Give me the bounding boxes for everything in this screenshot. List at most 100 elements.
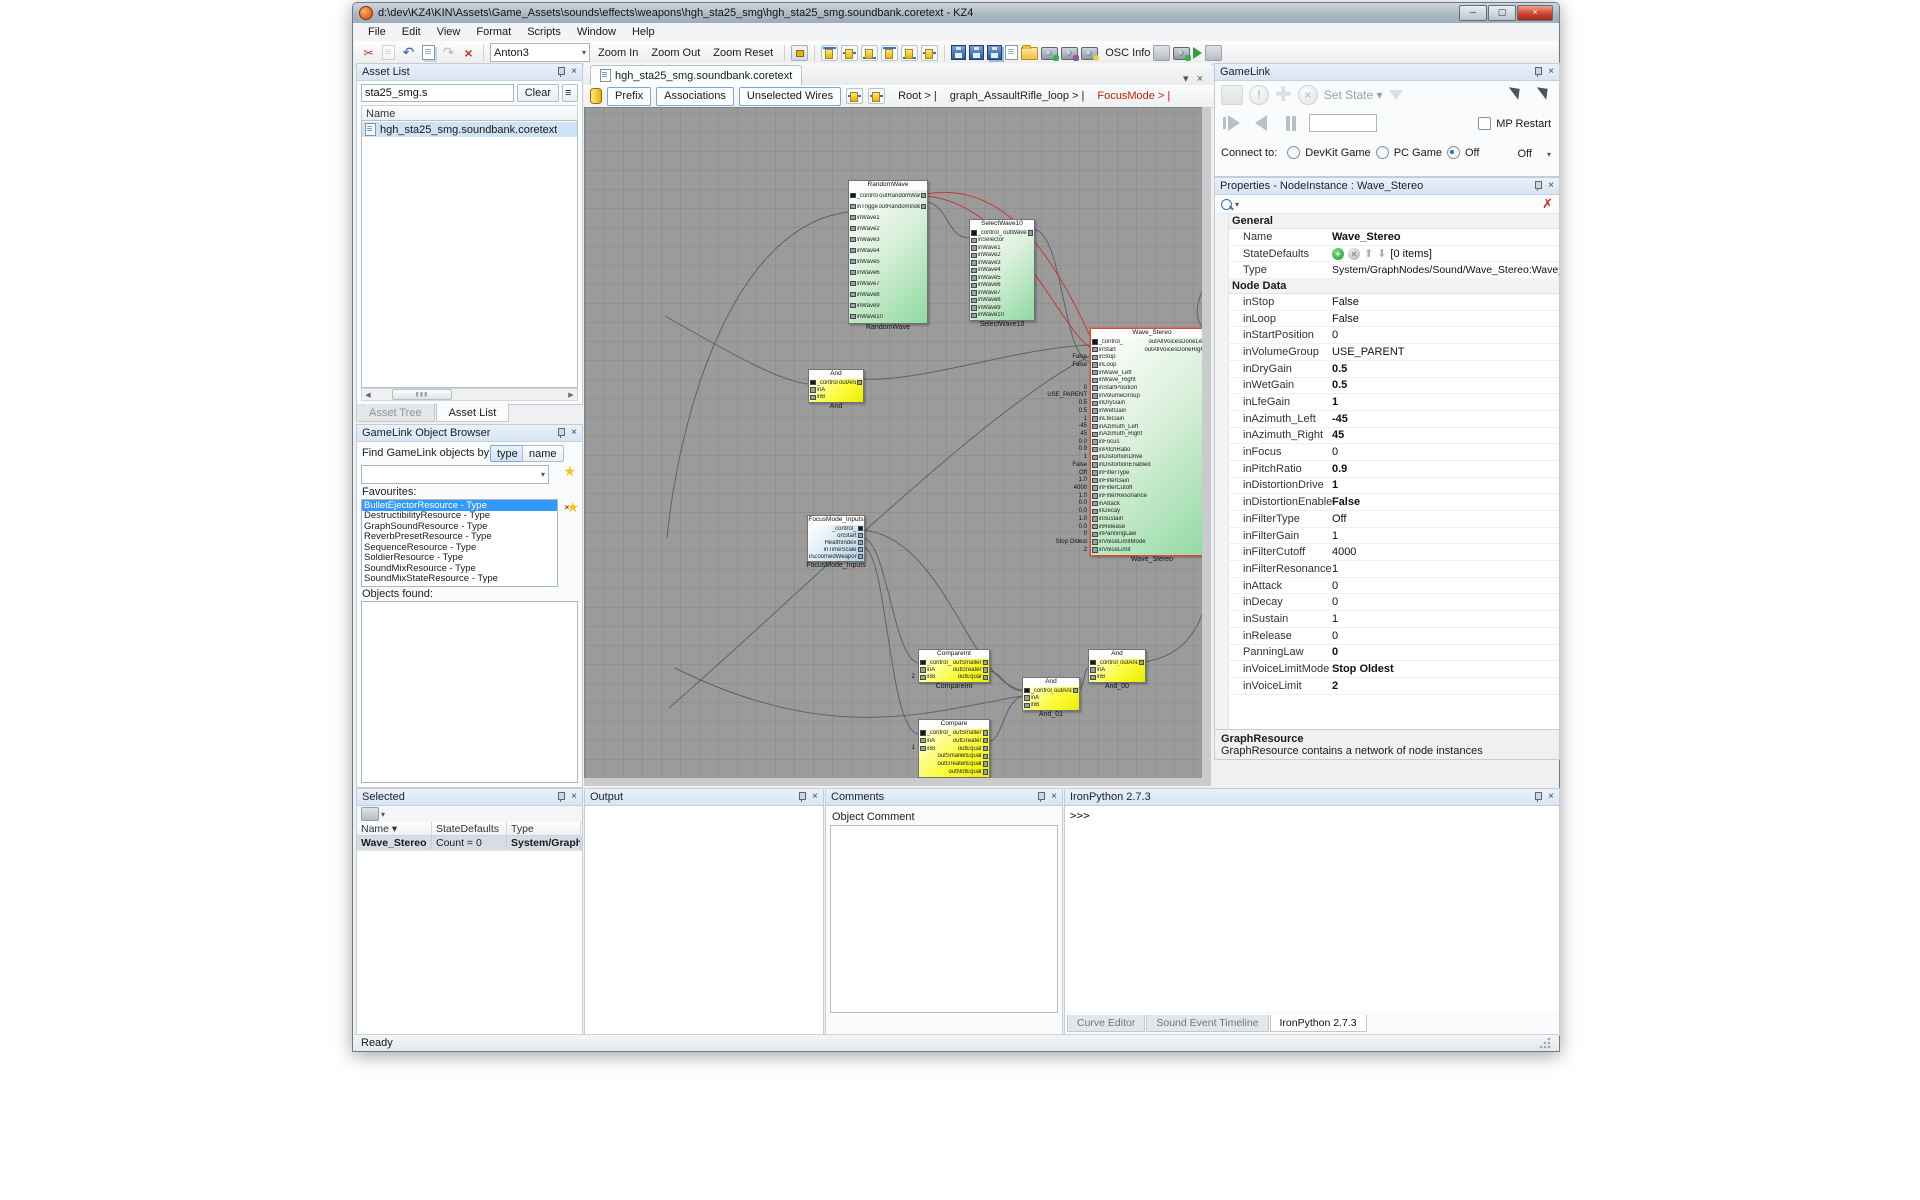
property-row-inVoiceLimitMode[interactable]: inVoiceLimitModeStop Oldest xyxy=(1215,661,1559,678)
output-port[interactable] xyxy=(858,526,864,532)
property-row-inDryGain[interactable]: inDryGain0.5 xyxy=(1215,361,1559,378)
output-port[interactable] xyxy=(983,675,989,681)
close-tab-icon[interactable]: × xyxy=(1197,73,1203,85)
input-port[interactable] xyxy=(1092,501,1098,507)
distribute-vertical-icon[interactable] xyxy=(901,45,918,61)
property-row-inDistortionEnabled[interactable]: inDistortionEnabledFalse xyxy=(1215,494,1559,511)
zoom-in-button[interactable]: Zoom In xyxy=(593,45,643,61)
output-port[interactable] xyxy=(983,660,989,666)
property-row-inPitchRatio[interactable]: inPitchRatio0.9 xyxy=(1215,461,1559,478)
property-row-type[interactable]: Type System/GraphNodes/Sound/Wave_Stereo… xyxy=(1215,262,1559,279)
input-port[interactable] xyxy=(1092,362,1098,368)
input-port[interactable] xyxy=(1092,447,1098,453)
favourite-item[interactable]: SoundMixStateResource - Type xyxy=(362,574,557,585)
selected-column-type[interactable]: Type xyxy=(507,822,581,836)
property-row-inFocus[interactable]: inFocus0 xyxy=(1215,444,1559,461)
input-port[interactable] xyxy=(810,387,816,393)
state-list-icon[interactable] xyxy=(1221,85,1243,105)
breadcrumb-item[interactable]: graph_AssaultRifle_loop > | xyxy=(950,90,1085,102)
output-port[interactable] xyxy=(921,204,927,210)
toggle-unselected-wires[interactable]: Unselected Wires xyxy=(739,87,841,106)
input-port[interactable] xyxy=(971,230,977,236)
input-port[interactable] xyxy=(1092,539,1098,545)
document-tab[interactable]: hgh_sta25_smg.soundbank.coretext xyxy=(590,65,802,85)
search-icon[interactable] xyxy=(1221,199,1232,210)
output-port[interactable] xyxy=(858,540,864,546)
property-row-inFilterResonance[interactable]: inFilterResonance1 xyxy=(1215,561,1559,578)
send-icon[interactable] xyxy=(1507,87,1519,99)
input-port[interactable] xyxy=(1092,478,1098,484)
output-port[interactable] xyxy=(858,554,864,560)
property-row-inFilterCutoff[interactable]: inFilterCutoff4000 xyxy=(1215,544,1559,561)
chevron-down-icon[interactable]: ▾ xyxy=(1235,200,1239,209)
input-port[interactable] xyxy=(920,660,926,666)
property-row-inAttack[interactable]: inAttack0 xyxy=(1215,578,1559,595)
pin-icon[interactable] xyxy=(798,792,806,802)
output-port[interactable] xyxy=(921,193,927,199)
property-row-statedefaults[interactable]: StateDefaults + × ⬆ ⬇ [0 items] xyxy=(1215,246,1559,263)
input-port[interactable] xyxy=(1092,378,1098,384)
input-port[interactable] xyxy=(1092,339,1098,345)
off-dropdown[interactable]: Off ▾ xyxy=(1517,148,1551,160)
input-port[interactable] xyxy=(850,237,856,243)
input-port[interactable] xyxy=(971,268,977,274)
lock-view-icon[interactable] xyxy=(791,45,808,61)
layout-icon[interactable] xyxy=(590,88,602,104)
graph-node-Compare[interactable]: Compare_control_outSmallerinAoutGreateri… xyxy=(918,719,990,778)
set-state-button[interactable]: Set State ▾ xyxy=(1324,88,1383,102)
favourite-item[interactable]: SoldierResource - Type xyxy=(362,553,557,564)
menu-edit[interactable]: Edit xyxy=(394,24,429,40)
output-port[interactable] xyxy=(983,667,989,673)
favourite-item[interactable]: GraphSoundResource - Type xyxy=(362,521,557,532)
move-down-icon[interactable]: ⬇ xyxy=(1377,247,1386,260)
screenshot-icon[interactable] xyxy=(1041,47,1058,60)
save-icon[interactable] xyxy=(951,45,966,60)
cut-icon[interactable]: ✂ xyxy=(360,45,377,61)
output-content[interactable] xyxy=(585,806,823,1035)
tab-list-icon[interactable]: ▾ xyxy=(1183,72,1189,85)
input-port[interactable] xyxy=(850,204,856,210)
input-port[interactable] xyxy=(1092,432,1098,438)
input-port[interactable] xyxy=(1092,470,1098,476)
input-port[interactable] xyxy=(1090,675,1096,681)
input-port[interactable] xyxy=(1092,355,1098,361)
canvas-hscrollbar[interactable] xyxy=(584,778,1202,786)
copy-icon[interactable] xyxy=(420,45,437,61)
chevron-down-icon[interactable]: ▾ xyxy=(381,810,385,819)
toggle-prefix[interactable]: Prefix xyxy=(607,87,651,106)
input-port[interactable] xyxy=(971,290,977,296)
breadcrumb-item[interactable]: Root > | xyxy=(898,90,937,102)
bottom-tab-sound-event-timeline[interactable]: Sound Event Timeline xyxy=(1146,1015,1268,1032)
property-row-inStop[interactable]: inStopFalse xyxy=(1215,294,1559,311)
input-port[interactable] xyxy=(1092,524,1098,530)
favourite-add-icon[interactable]: ★ xyxy=(563,465,576,477)
property-row-inFilterGain[interactable]: inFilterGain1 xyxy=(1215,528,1559,545)
input-port[interactable] xyxy=(920,667,926,673)
close-icon[interactable]: × xyxy=(1548,67,1554,77)
menu-view[interactable]: View xyxy=(429,24,469,40)
graph-node-FocusMode_Inputs[interactable]: FocusMode_Inputs_control_onStartHealthIn… xyxy=(807,515,865,562)
bottom-tab-ironpython-2-7-3[interactable]: IronPython 2.7.3 xyxy=(1270,1015,1367,1032)
menu-window[interactable]: Window xyxy=(569,24,624,40)
tab-asset-list[interactable]: Asset List xyxy=(436,403,510,422)
input-port[interactable] xyxy=(850,215,856,221)
property-row-inWetGain[interactable]: inWetGain0.5 xyxy=(1215,378,1559,395)
move-up-icon[interactable]: ⬆ xyxy=(1364,247,1373,260)
input-port[interactable] xyxy=(971,238,977,244)
property-row-PanningLaw[interactable]: PanningLaw0 xyxy=(1215,645,1559,662)
close-icon[interactable]: × xyxy=(1548,792,1554,802)
property-row-inAzimuth_Right[interactable]: inAzimuth_Right45 xyxy=(1215,428,1559,445)
input-port[interactable] xyxy=(850,281,856,287)
scrollbar-thumb[interactable]: ▮▮▮ xyxy=(392,389,452,400)
favourite-item[interactable]: SequenceResource - Type xyxy=(362,542,557,553)
output-port[interactable] xyxy=(983,761,989,767)
pin-icon[interactable] xyxy=(557,428,565,438)
property-row-inLfeGain[interactable]: inLfeGain1 xyxy=(1215,394,1559,411)
object-search-combo[interactable]: ▾ xyxy=(361,465,549,484)
pin-icon[interactable] xyxy=(1534,181,1542,191)
favourite-remove-icon[interactable]: ★× xyxy=(566,501,579,513)
radio-off[interactable]: Off xyxy=(1447,146,1479,159)
input-port[interactable] xyxy=(971,283,977,289)
save-all-icon[interactable] xyxy=(987,45,1002,60)
add-state-icon[interactable]: ✚ xyxy=(1275,86,1292,104)
